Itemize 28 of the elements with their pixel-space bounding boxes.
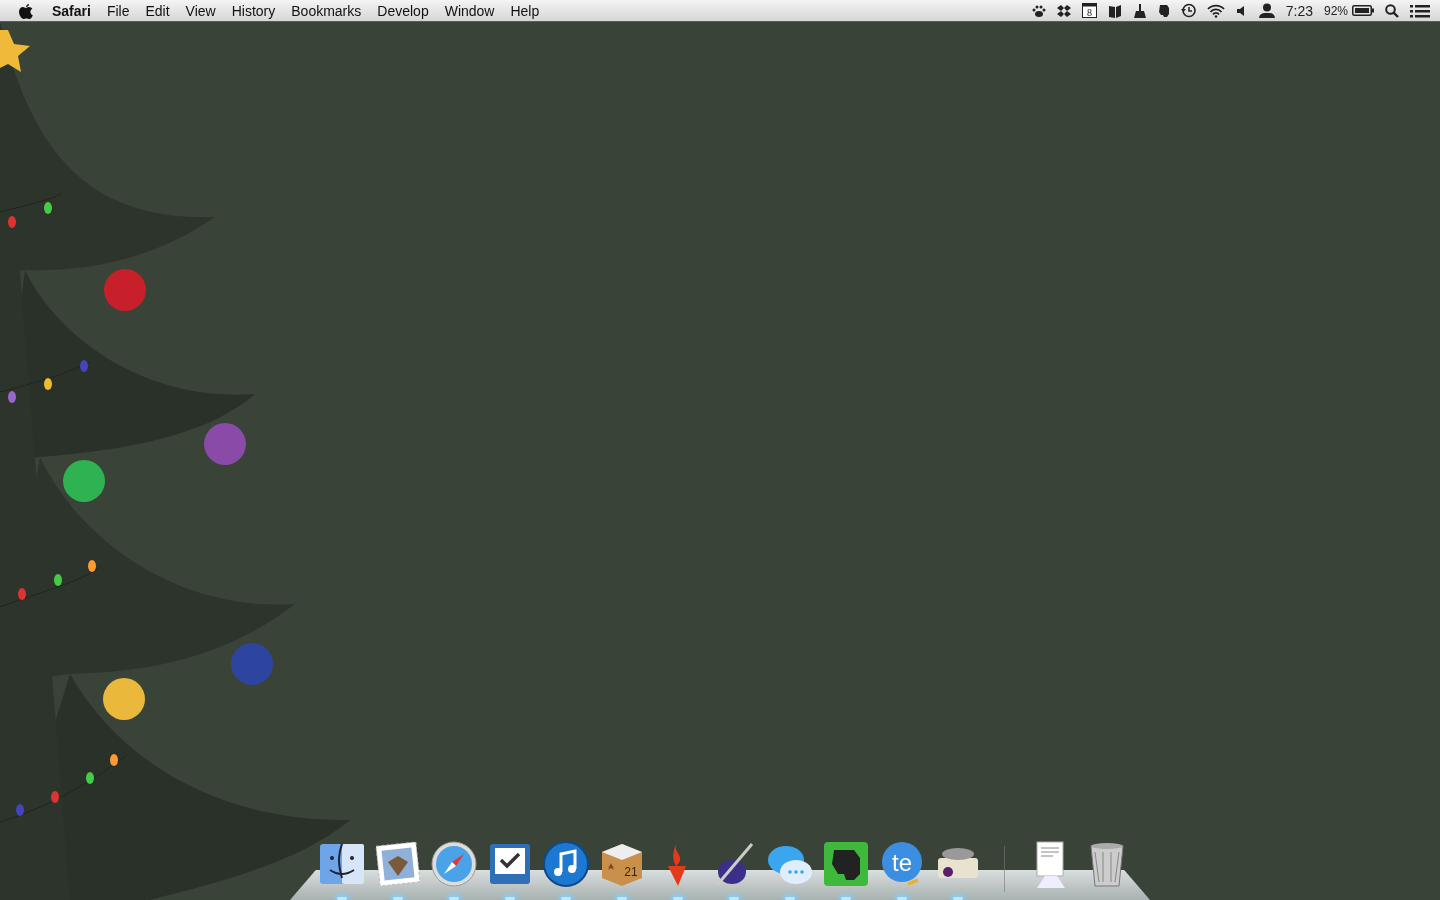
broom-icon[interactable]	[1132, 3, 1147, 18]
menu-item[interactable]: Help	[502, 2, 548, 19]
search-icon[interactable]	[1385, 3, 1399, 18]
box-number: 21	[624, 865, 638, 879]
menu-item[interactable]: Edit	[137, 2, 178, 19]
app-menu[interactable]: Safari	[44, 2, 99, 19]
list-icon[interactable]	[1410, 3, 1430, 18]
music-note-icon[interactable]	[542, 840, 590, 888]
compass-icon[interactable]	[430, 840, 478, 888]
menu-item[interactable]: Develop	[369, 2, 437, 19]
globe-letters: te	[892, 849, 912, 876]
user-icon[interactable]	[1258, 3, 1275, 18]
wifi-icon[interactable]	[1206, 3, 1225, 18]
dock-separator	[1004, 846, 1005, 892]
battery-percentage: 92%	[1323, 3, 1348, 18]
paw-icon[interactable]	[1031, 3, 1046, 18]
battery-icon[interactable]	[1352, 5, 1374, 16]
apple-logo-icon[interactable]	[18, 2, 34, 19]
menu-item[interactable]: File	[98, 2, 138, 19]
menu-item[interactable]: Bookmarks	[283, 2, 370, 19]
menu-item[interactable]: View	[177, 2, 224, 19]
stamp-icon[interactable]	[374, 840, 422, 888]
dropbox-icon[interactable]	[1056, 3, 1071, 18]
menu-item[interactable]: History	[223, 2, 284, 19]
calendar-icon[interactable]: 8	[1081, 3, 1097, 18]
menu-item[interactable]: Window	[436, 2, 503, 19]
book-icon[interactable]	[1107, 3, 1122, 18]
clock-time[interactable]: 7:23	[1285, 2, 1313, 19]
